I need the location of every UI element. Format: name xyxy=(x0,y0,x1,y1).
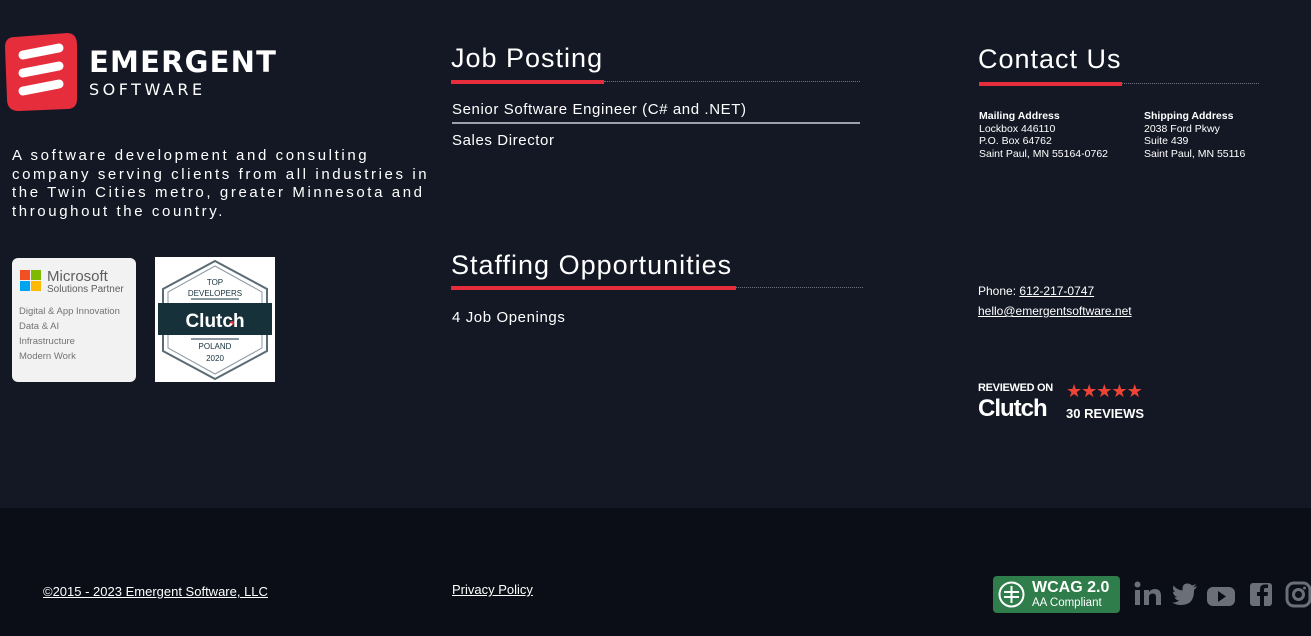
email-link[interactable]: hello@emergentsoftware.net xyxy=(978,304,1132,318)
shipping-address: Shipping Address 2038 Ford Pkwy Suite 43… xyxy=(1144,110,1245,160)
logo-wordmark: EMERGENT xyxy=(89,45,278,79)
wcag-subtitle: AA Compliant xyxy=(1032,597,1102,609)
shipping-address-line: Saint Paul, MN 55116 xyxy=(1144,147,1246,160)
phone-label: Phone: xyxy=(978,284,1017,298)
job-posting-accent-bar xyxy=(451,80,604,84)
twitter-icon[interactable] xyxy=(1172,578,1198,610)
shipping-address-line: Suite 439 xyxy=(1144,135,1189,147)
star-icon: ★ xyxy=(1126,381,1143,401)
mailing-address-line: Lockbox 446110 xyxy=(979,122,1056,135)
staffing-accent-bar xyxy=(451,286,736,290)
star-icon: ★ xyxy=(1066,381,1082,401)
footer-bottom-bar xyxy=(0,508,1311,636)
clutch-review-count: 30 REVIEWS xyxy=(1066,406,1145,421)
microsoft-partner-badge[interactable]: Microsoft Solutions Partner Digital & Ap… xyxy=(12,258,136,382)
clutch-review-logo: Clutch xyxy=(978,395,1048,422)
job-link-underline xyxy=(452,122,860,124)
clutch-badge-region: POLAND xyxy=(199,342,232,351)
clutch-badge-category: DEVELOPERS xyxy=(188,289,242,298)
mailing-address-line: Saint Paul, MN 55164-0762 xyxy=(979,147,1108,160)
wcag-title: WCAG 2.0 xyxy=(1032,579,1110,596)
microsoft-areas: Digital & App Innovation Data & AI Infra… xyxy=(19,304,120,364)
mailing-address: Mailing Address Lockbox 446110 P.O. Box … xyxy=(979,110,1108,160)
star-icon: ★ xyxy=(1096,381,1112,401)
linkedin-icon[interactable] xyxy=(1133,578,1163,610)
staffing-title: Staffing Opportunities xyxy=(451,250,733,280)
contact-accent-bar xyxy=(979,82,1122,86)
microsoft-area: Digital & App Innovation xyxy=(19,306,120,317)
mailing-address-line: P.O. Box 64762 xyxy=(979,135,1052,147)
job-openings-link[interactable]: 4 Job Openings xyxy=(452,309,565,326)
microsoft-area: Modern Work xyxy=(19,351,76,362)
shipping-address-heading: Shipping Address xyxy=(1144,110,1234,122)
mailing-address-heading: Mailing Address xyxy=(979,110,1060,122)
clutch-reviewed-on-label: REVIEWED ON xyxy=(978,382,1053,394)
clutch-badge-brand: Clutch xyxy=(185,311,244,332)
wcag-accessibility-icon xyxy=(998,581,1025,608)
instagram-icon[interactable] xyxy=(1285,578,1311,610)
clutch-reviews-widget[interactable]: REVIEWED ON Clutch ★★★★★ 30 REVIEWS xyxy=(978,380,1150,424)
staffing-divider xyxy=(736,287,863,288)
wcag-compliance-badge[interactable]: WCAG 2.0 AA Compliant xyxy=(993,576,1120,613)
clutch-star-rating: ★★★★★ xyxy=(1066,381,1143,402)
job-posting-title: Job Posting xyxy=(451,43,604,73)
youtube-icon[interactable] xyxy=(1206,578,1236,610)
emergent-logo-mark-icon xyxy=(5,33,77,111)
clutch-badge-year: 2020 xyxy=(206,354,224,363)
phone-row: Phone: 612-217-0747 xyxy=(978,284,1094,298)
job-link-sales-director[interactable]: Sales Director xyxy=(452,132,555,149)
facebook-icon[interactable] xyxy=(1249,578,1273,610)
clutch-badge-hexagon-icon: TOP DEVELOPERS Clutch POLAND 2020 xyxy=(158,259,272,381)
emergent-logo[interactable]: EMERGENT SOFTWARE xyxy=(5,33,285,113)
clutch-top-developers-badge[interactable]: TOP DEVELOPERS Clutch POLAND 2020 xyxy=(155,257,275,382)
microsoft-partner-label: Solutions Partner xyxy=(47,284,124,295)
job-posting-divider xyxy=(604,81,860,82)
microsoft-area: Data & AI xyxy=(19,321,60,332)
star-icon: ★ xyxy=(1081,381,1097,401)
copyright-link[interactable]: ©2015 - 2023 Emergent Software, LLC xyxy=(43,584,268,599)
clutch-badge-top: TOP xyxy=(207,278,223,287)
contact-divider xyxy=(1122,83,1259,84)
job-link-senior-engineer[interactable]: Senior Software Engineer (C# and .NET) xyxy=(452,101,747,118)
microsoft-area: Infrastructure xyxy=(19,336,75,347)
phone-link[interactable]: 612-217-0747 xyxy=(1019,284,1094,298)
microsoft-name: Microsoft xyxy=(47,268,108,285)
company-description: A software development and consulting co… xyxy=(12,147,430,220)
star-icon: ★ xyxy=(1111,381,1127,401)
microsoft-logo-icon xyxy=(20,270,42,292)
logo-tagline: SOFTWARE xyxy=(89,80,206,99)
privacy-policy-link[interactable]: Privacy Policy xyxy=(452,582,533,597)
contact-title: Contact Us xyxy=(978,44,1122,74)
shipping-address-line: 2038 Ford Pkwy xyxy=(1144,122,1220,135)
